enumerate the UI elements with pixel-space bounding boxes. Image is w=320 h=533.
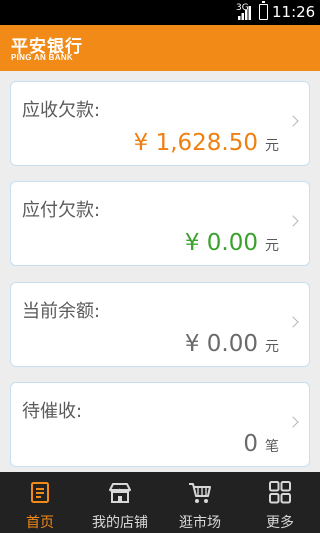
chevron-right-icon [287, 215, 299, 227]
card-value: 0 [243, 431, 258, 457]
grid-icon [269, 481, 291, 504]
tab-my-store[interactable]: 我的店铺 [80, 472, 160, 533]
tab-label: 更多 [266, 515, 294, 531]
bottom-tab-bar: 首页 我的店铺 逛市场 更多 [0, 472, 320, 533]
bank-logo-en: PING AN BANK [11, 53, 73, 62]
card-balance[interactable]: 当前余额: ¥ 0.00 元 [10, 282, 310, 367]
card-value: ¥ 0.00 [184, 230, 258, 256]
card-label: 待催收: [22, 401, 83, 422]
battery-icon [259, 1, 268, 20]
card-pending-collection[interactable]: 待催收: 0 笔 [10, 382, 310, 467]
chevron-right-icon [287, 416, 299, 428]
tab-label: 首页 [26, 515, 54, 531]
cart-icon [189, 483, 211, 503]
status-bar: 3G 11:26 [0, 0, 320, 25]
signal-icon [238, 6, 251, 20]
card-value: ¥ 1,628.50 [133, 130, 258, 156]
chevron-right-icon [287, 115, 299, 127]
tab-home[interactable]: 首页 [0, 472, 80, 533]
document-icon [31, 482, 49, 503]
app-header: 平安银行 PING AN BANK [0, 25, 320, 71]
card-receivable[interactable]: 应收欠款: ¥ 1,628.50 元 [10, 81, 310, 166]
tab-label: 我的店铺 [92, 515, 148, 531]
card-value-row: ¥ 0.00 元 [185, 331, 279, 357]
store-icon [109, 483, 131, 503]
card-label: 应收欠款: [22, 100, 101, 121]
card-value: ¥ 0.00 [184, 331, 258, 357]
card-label: 应付欠款: [22, 200, 101, 221]
tab-market[interactable]: 逛市场 [160, 472, 240, 533]
tab-more[interactable]: 更多 [240, 472, 320, 533]
card-value-row: ¥ 0.00 元 [185, 230, 279, 256]
card-payable[interactable]: 应付欠款: ¥ 0.00 元 [10, 181, 310, 266]
card-unit: 元 [265, 339, 279, 355]
clock: 11:26 [272, 3, 316, 21]
card-value-row: 0 笔 [243, 431, 279, 457]
chevron-right-icon [287, 316, 299, 328]
card-unit: 笔 [265, 439, 279, 455]
card-value-row: ¥ 1,628.50 元 [134, 130, 279, 156]
card-unit: 元 [265, 238, 279, 254]
card-label: 当前余额: [22, 301, 101, 322]
tab-label: 逛市场 [179, 515, 221, 531]
card-unit: 元 [265, 138, 279, 154]
